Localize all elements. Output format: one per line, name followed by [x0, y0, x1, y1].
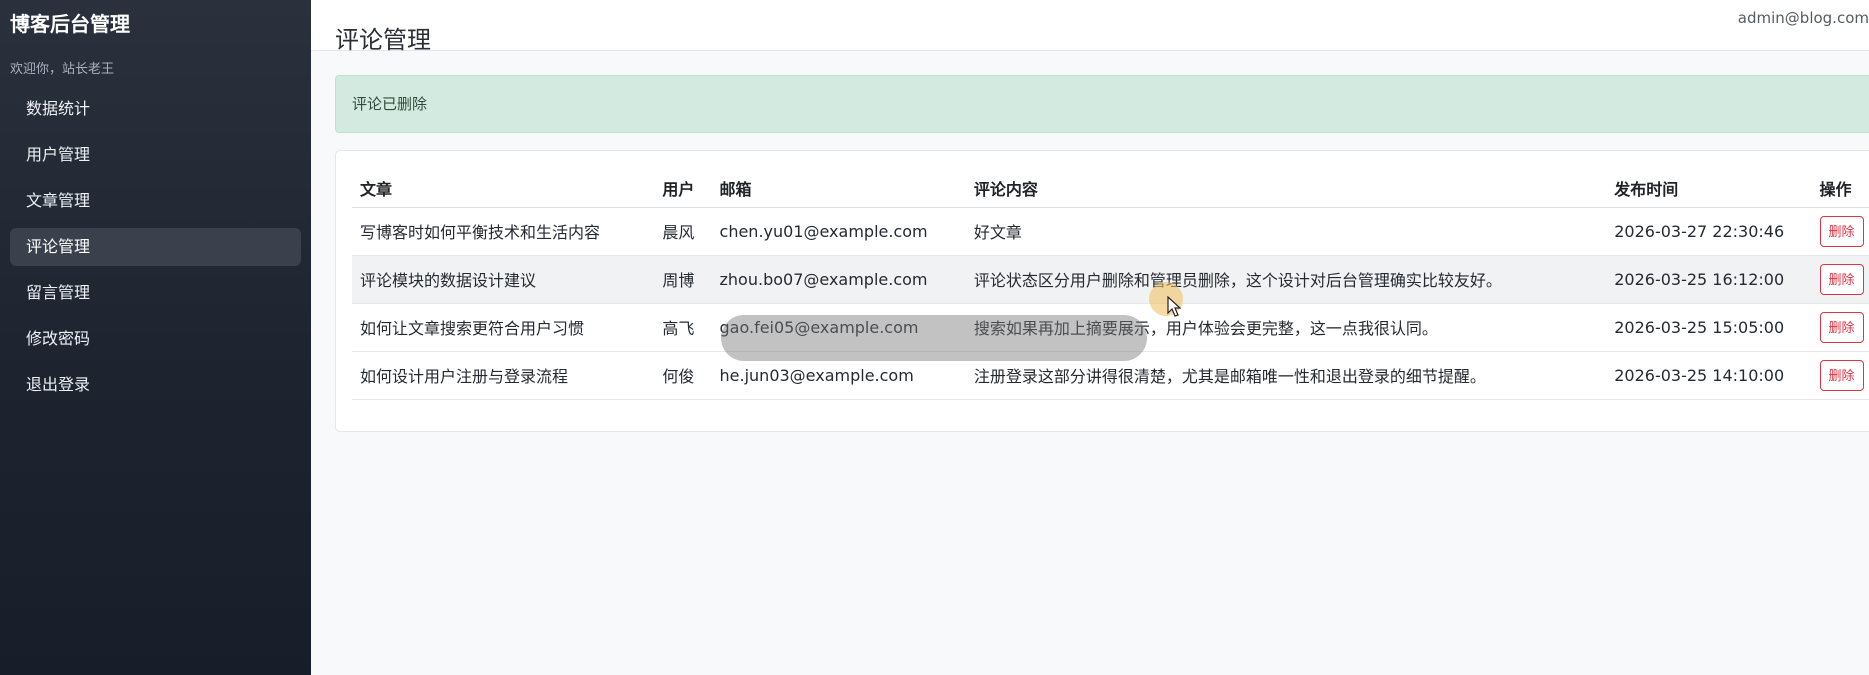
cell-time: 2026-03-25 16:12:00 [1606, 255, 1812, 304]
table-row: 写博客时如何平衡技术和生活内容 晨风 chen.yu01@example.com… [352, 207, 1869, 256]
table-row: 如何让文章搜索更符合用户习惯 高飞 gao.fei05@example.com … [352, 303, 1869, 352]
comments-card: 文章 用户 邮箱 评论内容 发布时间 操作 写博客时如何平衡技术和生活内容 晨风… [335, 150, 1869, 432]
column-header-email: 邮箱 [711, 169, 966, 208]
cell-user: 晨风 [654, 207, 712, 256]
cell-email: chen.yu01@example.com [711, 207, 966, 256]
cell-article: 如何设计用户注册与登录流程 [352, 351, 655, 400]
cell-user: 周博 [654, 255, 712, 304]
sidebar: 博客后台管理 欢迎你，站长老王 数据统计 用户管理 文章管理 评论管理 留言管理… [0, 0, 311, 675]
cell-content: 好文章 [965, 207, 1607, 256]
column-header-article: 文章 [352, 169, 655, 208]
sidebar-item-articles[interactable]: 文章管理 [10, 182, 301, 220]
cell-action: 删除 [1811, 255, 1869, 304]
app-root: 博客后台管理 欢迎你，站长老王 数据统计 用户管理 文章管理 评论管理 留言管理… [0, 0, 1869, 675]
cell-email: zhou.bo07@example.com [711, 255, 966, 304]
table-row: 评论模块的数据设计建议 周博 zhou.bo07@example.com 评论状… [352, 255, 1869, 304]
user-email: admin@blog.com [1737, 9, 1869, 27]
sidebar-item-messages[interactable]: 留言管理 [10, 274, 301, 312]
cell-action: 删除 [1811, 303, 1869, 352]
cell-time: 2026-03-27 22:30:46 [1606, 207, 1812, 256]
cell-content: 搜索如果再加上摘要展示，用户体验会更完整，这一点我很认同。 [965, 303, 1607, 352]
table-row: 如何设计用户注册与登录流程 何俊 he.jun03@example.com 注册… [352, 351, 1869, 400]
comments-table: 文章 用户 邮箱 评论内容 发布时间 操作 写博客时如何平衡技术和生活内容 晨风… [352, 169, 1869, 400]
main-content: 评论管理 admin@blog.com 评论已删除 文章 用户 邮箱 评论内容 … [311, 0, 1869, 675]
cell-action: 删除 [1811, 351, 1869, 400]
cell-user: 高飞 [654, 303, 712, 352]
page-title: 评论管理 [335, 26, 431, 55]
cell-action: 删除 [1811, 207, 1869, 256]
sidebar-item-users[interactable]: 用户管理 [10, 136, 301, 174]
delete-button[interactable]: 删除 [1819, 311, 1864, 343]
cell-user: 何俊 [654, 351, 712, 400]
sidebar-item-change-password[interactable]: 修改密码 [10, 320, 301, 358]
sidebar-item-logout[interactable]: 退出登录 [10, 366, 301, 404]
cell-email: gao.fei05@example.com [711, 303, 966, 352]
cell-article: 评论模块的数据设计建议 [352, 255, 655, 304]
cell-email: he.jun03@example.com [711, 351, 966, 400]
column-header-action: 操作 [1811, 169, 1869, 208]
cell-time: 2026-03-25 15:05:00 [1606, 303, 1812, 352]
success-alert: 评论已删除 [335, 75, 1869, 133]
brand-title: 博客后台管理 [10, 12, 130, 36]
delete-button[interactable]: 删除 [1819, 359, 1864, 391]
cell-article: 写博客时如何平衡技术和生活内容 [352, 207, 655, 256]
cell-content: 评论状态区分用户删除和管理员删除，这个设计对后台管理确实比较友好。 [965, 255, 1607, 304]
cell-article: 如何让文章搜索更符合用户习惯 [352, 303, 655, 352]
cell-time: 2026-03-25 14:10:00 [1606, 351, 1812, 400]
table-header-row: 文章 用户 邮箱 评论内容 发布时间 操作 [352, 169, 1869, 208]
delete-button[interactable]: 删除 [1819, 215, 1864, 247]
cell-content: 注册登录这部分讲得很清楚，尤其是邮箱唯一性和退出登录的细节提醒。 [965, 351, 1607, 400]
sidebar-item-comments[interactable]: 评论管理 [10, 228, 301, 266]
column-header-time: 发布时间 [1606, 169, 1812, 208]
top-bar: 评论管理 admin@blog.com [311, 0, 1869, 54]
column-header-content: 评论内容 [965, 169, 1607, 208]
sidebar-nav: 数据统计 用户管理 文章管理 评论管理 留言管理 修改密码 退出登录 [10, 90, 301, 404]
delete-button[interactable]: 删除 [1819, 263, 1864, 295]
welcome-text: 欢迎你，站长老王 [10, 62, 115, 77]
column-header-user: 用户 [654, 169, 712, 208]
sidebar-item-stats[interactable]: 数据统计 [10, 90, 301, 128]
